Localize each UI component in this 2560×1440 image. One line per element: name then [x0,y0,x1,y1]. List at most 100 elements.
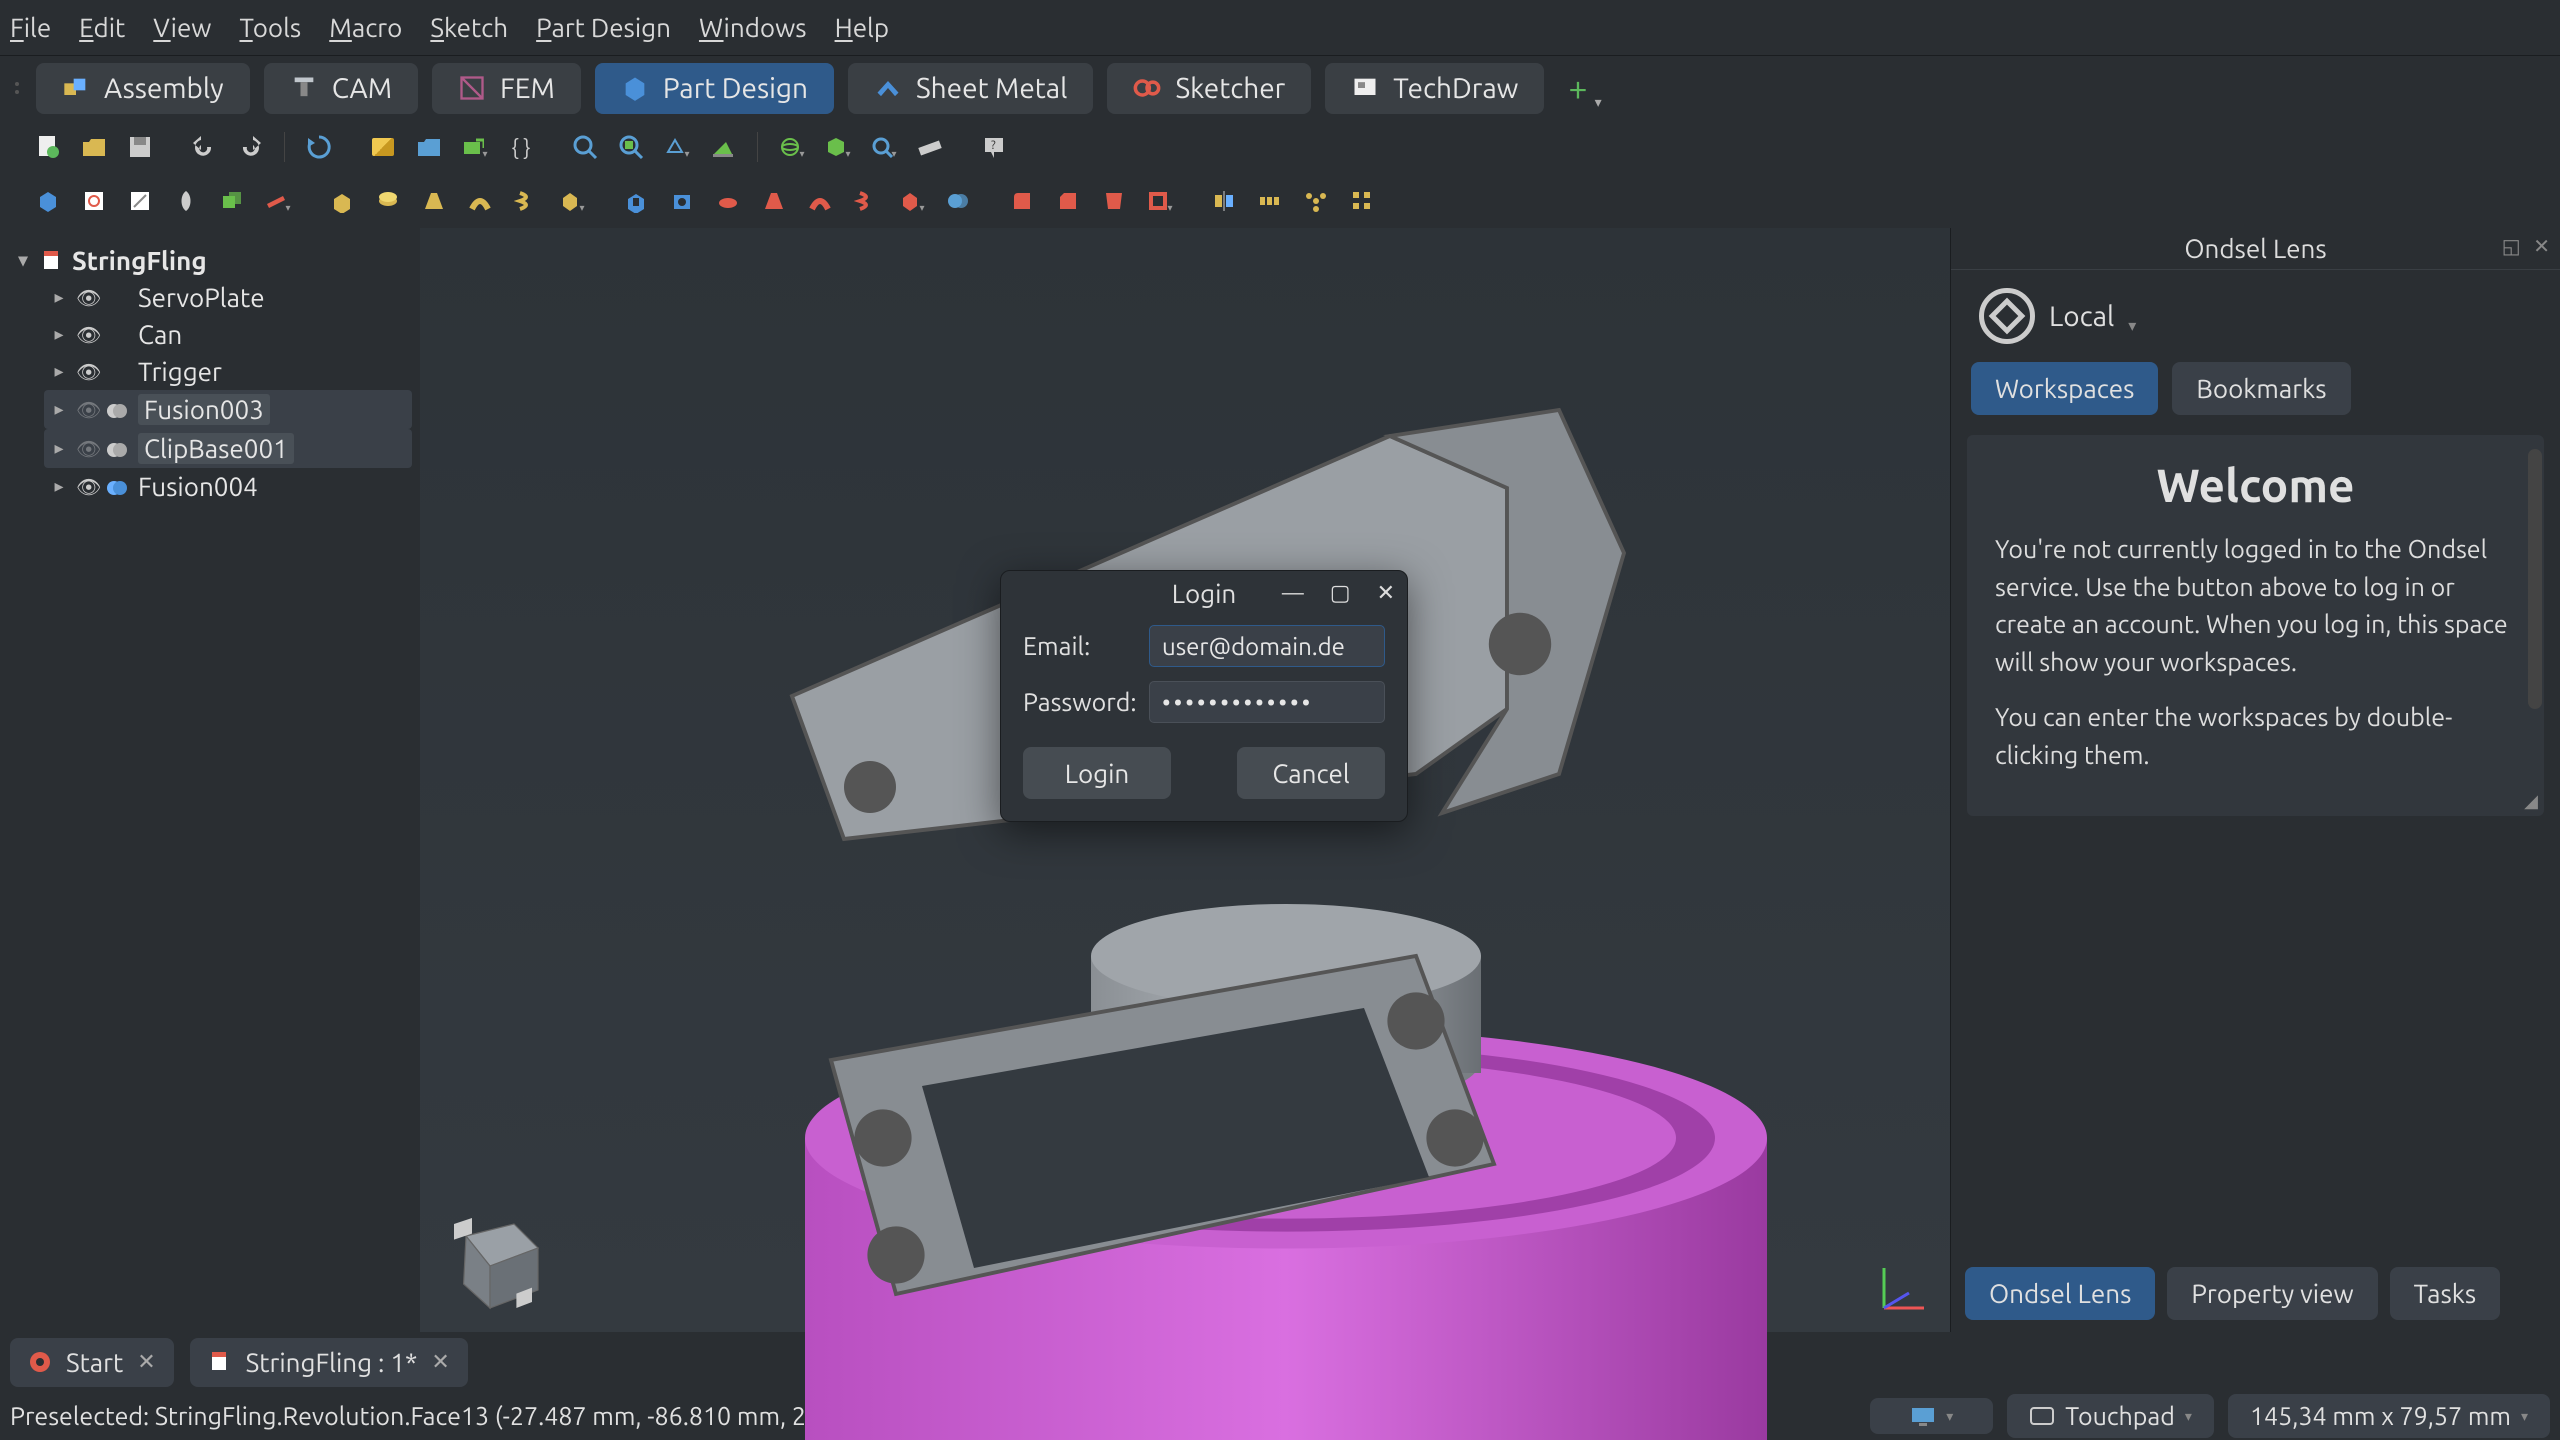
open-file-button[interactable] [76,129,112,165]
align-view-button[interactable] [705,129,741,165]
expand-icon[interactable]: ▸ [50,476,68,497]
expand-icon[interactable]: ▸ [50,324,68,345]
link-button[interactable] [457,129,493,165]
tree-item-servoplate[interactable]: ▸ 👁 ServoPlate [44,279,412,316]
tree-item-fusion004[interactable]: ▸ 👁 Fusion004 [44,468,412,505]
visibility-icon[interactable]: 👁 [76,286,98,310]
loft-sub-button[interactable] [756,183,792,219]
tree-root[interactable]: ▾ StringFling [8,242,412,279]
tree-item-can[interactable]: ▸ 👁 Can [44,316,412,353]
zoom-selection-button[interactable] [613,129,649,165]
refresh-button[interactable] [301,129,337,165]
menu-help[interactable]: Help [835,13,890,42]
collapse-icon[interactable]: ▾ [14,250,32,271]
resize-handle-icon[interactable]: ◢ [2524,791,2538,812]
orbit-style-button[interactable] [774,129,810,165]
menu-edit[interactable]: Edit [79,13,125,42]
login-button[interactable]: Login [1023,747,1171,799]
tree-item-clipbase001[interactable]: ▸ 👁 ClipBase001 [44,429,412,468]
navigation-cube[interactable] [430,1200,550,1320]
groove-button[interactable] [710,183,746,219]
boolean-button[interactable] [940,183,976,219]
create-body-button[interactable] [30,183,66,219]
scrollbar[interactable] [2528,449,2542,709]
helix-sub-button[interactable] [848,183,884,219]
draw-style-button[interactable] [659,129,695,165]
mirror-button[interactable] [1206,183,1242,219]
doc-tab-stringfling[interactable]: StringFling : 1* ✕ [190,1338,468,1387]
tab-property-view[interactable]: Property view [2167,1267,2377,1320]
grip-icon[interactable] [12,82,22,94]
visibility-icon[interactable]: 👁 [76,323,98,347]
workbench-techdraw[interactable]: TechDraw [1325,63,1544,114]
new-file-button[interactable] [30,129,66,165]
edit-sketch-button[interactable] [122,183,158,219]
shape-binder-button[interactable] [168,183,204,219]
tab-bookmarks[interactable]: Bookmarks [2172,362,2350,415]
password-field[interactable] [1149,681,1385,723]
add-workbench-button[interactable]: + [1568,69,1587,107]
zoom-fit-button[interactable] [567,129,603,165]
workbench-assembly[interactable]: Assembly [36,63,250,114]
draft-button[interactable] [1096,183,1132,219]
varset-button[interactable]: { } [503,129,539,165]
pad-button[interactable] [324,183,360,219]
email-field[interactable] [1149,625,1385,667]
doc-tab-start[interactable]: Start ✕ [10,1338,174,1387]
close-icon[interactable]: ✕ [1377,580,1395,606]
pocket-button[interactable] [618,183,654,219]
panel-window-buttons[interactable]: ◱ ✕ [2502,234,2554,258]
dialog-titlebar[interactable]: Login — ▢ ✕ [1001,571,1407,615]
part-button[interactable] [365,129,401,165]
expand-icon[interactable]: ▸ [50,438,68,459]
visibility-icon[interactable]: 👁 [76,475,98,499]
chamfer-button[interactable] [1050,183,1086,219]
close-icon[interactable]: ✕ [137,1349,155,1375]
zoom-region-button[interactable] [866,129,902,165]
tab-workspaces[interactable]: Workspaces [1971,362,2158,415]
group-button[interactable] [411,129,447,165]
workbench-fem[interactable]: FEM [432,63,581,114]
linear-pattern-button[interactable] [1252,183,1288,219]
hole-button[interactable] [664,183,700,219]
expand-icon[interactable]: ▸ [50,399,68,420]
subtractive-primitive-button[interactable] [894,183,930,219]
close-icon[interactable]: ✕ [431,1349,449,1375]
workbench-sheet-metal[interactable]: Sheet Metal [848,63,1093,114]
workbench-part-design[interactable]: Part Design [595,63,834,114]
sweep-button[interactable] [462,183,498,219]
visibility-icon[interactable]: 👁 [76,360,98,384]
navigation-mode-button[interactable]: Touchpad ▾ [2007,1394,2214,1438]
thickness-button[interactable] [1142,183,1178,219]
menu-sketch[interactable]: Sketch [430,13,508,42]
helix-button[interactable] [508,183,544,219]
clone-button[interactable] [214,183,250,219]
workbench-cam[interactable]: CAM [264,63,418,114]
tree-item-fusion003[interactable]: ▸ 👁 Fusion003 [44,390,412,429]
redo-button[interactable] [232,129,268,165]
expand-icon[interactable]: ▸ [50,361,68,382]
local-account-row[interactable]: Local ▾ [1951,270,2560,362]
fillet-button[interactable] [1004,183,1040,219]
cancel-button[interactable]: Cancel [1237,747,1385,799]
tab-ondsel-lens[interactable]: Ondsel Lens [1965,1267,2155,1320]
menu-macro[interactable]: Macro [329,13,402,42]
polar-pattern-button[interactable] [1298,183,1334,219]
menu-windows[interactable]: Windows [699,13,807,42]
undo-button[interactable] [186,129,222,165]
visibility-icon[interactable]: 👁 [76,398,98,422]
workbench-sketcher[interactable]: Sketcher [1107,63,1311,114]
dropdown-icon[interactable]: ▾ [2128,316,2136,335]
visibility-icon[interactable]: 👁 [76,437,98,461]
datum-button[interactable] [260,183,296,219]
dimensions-display[interactable]: 145,34 mm x 79,57 mm ▾ [2228,1394,2550,1438]
whats-this-button[interactable]: ? [976,129,1012,165]
maximize-icon[interactable]: ▢ [1330,580,1351,606]
revolution-button[interactable] [370,183,406,219]
menu-part-design[interactable]: Part Design [536,13,671,42]
new-sketch-button[interactable] [76,183,112,219]
tree-item-trigger[interactable]: ▸ 👁 Trigger [44,353,412,390]
expand-icon[interactable]: ▸ [50,287,68,308]
save-file-button[interactable] [122,129,158,165]
tab-tasks[interactable]: Tasks [2390,1267,2501,1320]
